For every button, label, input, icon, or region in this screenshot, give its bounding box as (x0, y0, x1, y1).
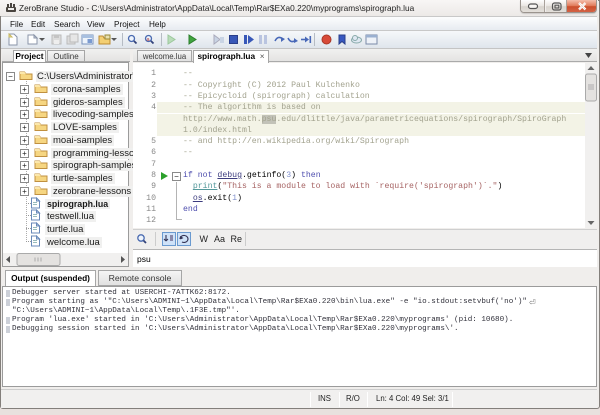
svg-text:Re: Re (231, 234, 243, 244)
svg-text:Aa: Aa (214, 234, 225, 244)
svg-text:W: W (200, 234, 209, 244)
